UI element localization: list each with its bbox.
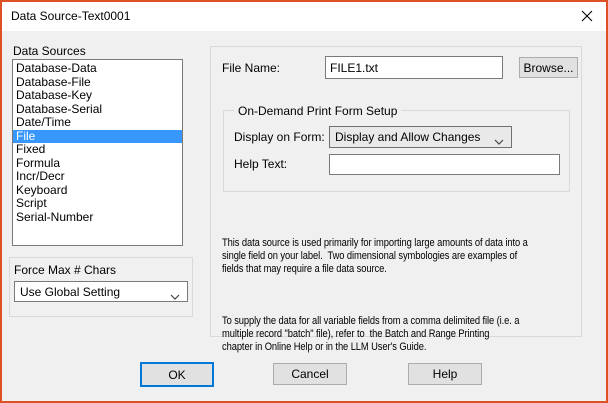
- on-demand-print-form-setup-group: On-Demand Print Form Setup Display on Fo…: [223, 104, 570, 192]
- list-item-script[interactable]: Script: [13, 196, 182, 211]
- description-paragraph-2: To supply the data for all variable fiel…: [222, 315, 520, 353]
- list-item-fixed[interactable]: Fixed: [13, 142, 182, 157]
- file-name-input[interactable]: [325, 56, 503, 79]
- list-item-keyboard[interactable]: Keyboard: [13, 183, 182, 198]
- force-max-chars-label: Force Max # Chars: [14, 263, 117, 277]
- list-item-database-file[interactable]: Database-File: [13, 75, 182, 90]
- description-text: This data source is used primarily for i…: [222, 211, 589, 380]
- chevron-down-icon: [494, 134, 504, 148]
- force-max-chars-dropdown[interactable]: Use Global Setting: [14, 281, 188, 302]
- display-on-form-value: Display and Allow Changes: [335, 130, 481, 144]
- list-item-database-serial[interactable]: Database-Serial: [13, 102, 182, 117]
- browse-button[interactable]: Browse...: [519, 57, 578, 78]
- description-paragraph-1: This data source is used primarily for i…: [222, 237, 528, 275]
- force-max-chars-group: Force Max # Chars Use Global Setting: [9, 257, 193, 317]
- display-on-form-label: Display on Form:: [234, 130, 325, 144]
- file-name-label: File Name:: [222, 61, 281, 75]
- help-button[interactable]: Help: [408, 363, 482, 385]
- titlebar: Data Source-Text0001: [2, 2, 606, 31]
- list-item-formula[interactable]: Formula: [13, 156, 182, 171]
- force-max-chars-value: Use Global Setting: [20, 284, 121, 299]
- chevron-down-icon: [170, 289, 180, 303]
- help-text-input[interactable]: [329, 154, 560, 175]
- data-sources-label: Data Sources: [13, 44, 86, 58]
- list-item-date-time[interactable]: Date/Time: [13, 115, 182, 130]
- list-item-serial-number[interactable]: Serial-Number: [13, 210, 182, 225]
- cancel-button[interactable]: Cancel: [273, 363, 347, 385]
- ok-button[interactable]: OK: [140, 362, 214, 387]
- list-item-incr-decr[interactable]: Incr/Decr: [13, 169, 182, 184]
- list-item-database-data[interactable]: Database-Data: [13, 61, 182, 76]
- dialog-window: Data Source-Text0001 Data Sources Databa…: [0, 0, 608, 403]
- list-item-database-key[interactable]: Database-Key: [13, 88, 182, 103]
- display-on-form-dropdown[interactable]: Display and Allow Changes: [329, 126, 512, 148]
- list-item-file[interactable]: File: [13, 129, 182, 143]
- close-icon: [581, 10, 593, 22]
- data-sources-listbox[interactable]: Database-Data Database-File Database-Key Da…: [12, 59, 183, 246]
- close-button[interactable]: [570, 2, 604, 30]
- on-demand-group-title: On-Demand Print Form Setup: [234, 104, 402, 118]
- help-text-label: Help Text:: [234, 157, 288, 171]
- dialog-title: Data Source-Text0001: [11, 9, 131, 23]
